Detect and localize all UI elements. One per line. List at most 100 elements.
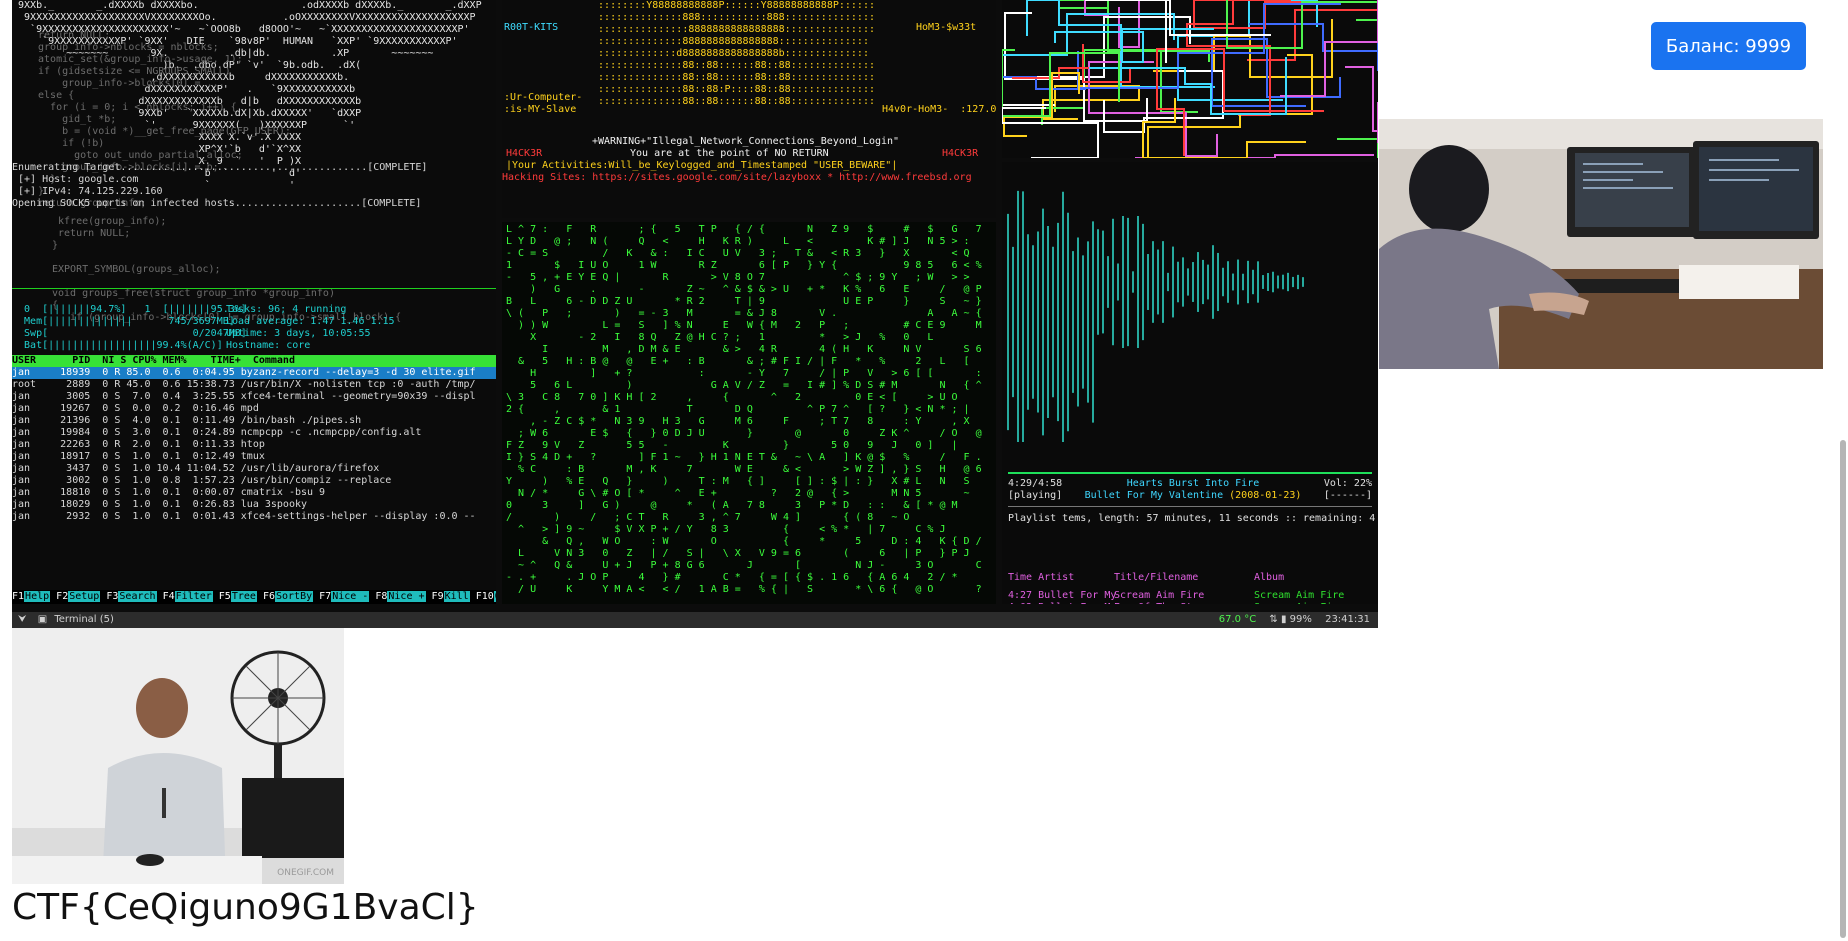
- track-artist: Bullet For My Valentine: [1084, 490, 1224, 501]
- playlist-info: Playlist tems, length: 57 minutes, 11 se…: [1008, 513, 1376, 524]
- enum-line: Enumerating Target......................…: [12, 162, 428, 173]
- playlist-table: Time Artist Title/Filename Album 4:27 Bu…: [1008, 572, 1372, 604]
- pipes-pane: [1002, 0, 1378, 158]
- left-terminal-pane: 9XXb._ _.dXXXXb dXXXXbo. .odXXXXb dXXXXb…: [12, 0, 496, 604]
- banner-ascii-top: ::::::::Y88888888888P::::::Y88888888888P…: [598, 0, 875, 107]
- terminal-task-label[interactable]: Terminal (5): [54, 614, 114, 625]
- htop-process-row: jan 18029 0 S 1.0 0.1 0:26.83 lua 3spook…: [12, 499, 308, 510]
- hacking-sites-line: Hacking Sites: https://sites.google.com/…: [502, 172, 972, 183]
- hacker-tag-right: H4CK3R: [942, 148, 979, 159]
- htop-fkey-label[interactable]: Nice -: [331, 591, 370, 602]
- playlist-cell-title: Scream Aim Fire: [1114, 590, 1205, 601]
- taskbar-right: 67.0 °C ⇅ ▮ 99% 23:41:31: [1219, 612, 1370, 628]
- activities-line: |Your Activities:Will_be_Keylogged_and_T…: [506, 160, 898, 171]
- htop-fkey-label[interactable]: SortBy: [274, 591, 314, 602]
- volume-label: Vol: 22%: [1323, 478, 1372, 489]
- no-return-line: You are at the point of NO RETURN: [630, 148, 829, 159]
- clock: 23:41:31: [1325, 614, 1370, 625]
- playlist-row[interactable]: 4:27 Bullet For My Scream Aim Fire Scream …: [1008, 590, 1372, 602]
- playlist-cell-album: Scream Aim Fire: [1254, 602, 1354, 604]
- htop-tasks: Tasks: 96; 4 running: [226, 304, 347, 315]
- terminal-screenshot-image: 9XXb._ _.dXXXXb dXXXXbo. .odXXXXb dXXXXb…: [12, 0, 1378, 628]
- office-gif-image: ONEGIF.COM: [12, 628, 344, 884]
- banner-terminal-pane: ::::::::Y88888888888P::::::Y88888888888P…: [502, 0, 996, 218]
- htop-table-header: USER PID NI S CPU% MEM% TIME+ Command: [12, 355, 496, 367]
- htop-process-row: jan 3437 0 S 1.0 10.4 11:04.52 /usr/lib/…: [12, 463, 380, 474]
- terminal-window-icon[interactable]: ▣: [38, 614, 47, 625]
- htop-fkey: F10: [475, 591, 494, 602]
- slave-line: :is-MY-Slave: [504, 104, 577, 115]
- htop-fkey: F2: [56, 591, 69, 602]
- info-divider: [1008, 506, 1372, 507]
- htop-fkey-label[interactable]: Quit: [493, 591, 496, 602]
- htop-stats: Tasks: 96; 4 running Load average: 1.47 …: [226, 304, 395, 352]
- htop-fkey: F9: [431, 591, 444, 602]
- htop-process-row: jan 19267 0 S 0.0 0.2 0:16.46 mpd: [12, 403, 259, 414]
- htop-fkey: F6: [262, 591, 275, 602]
- htop-function-bar: F1Help F2Setup F3Search F4Filter F5Tree …: [12, 590, 496, 604]
- battery-icon[interactable]: ▮: [1281, 614, 1287, 625]
- player-state: [playing]: [1008, 490, 1063, 501]
- htop-process-row: jan 22263 0 R 2.0 0.1 0:11.33 htop: [12, 439, 265, 450]
- htop-process-row: jan 18810 0 S 1.0 0.1 0:00.07 cmatrix -b…: [12, 487, 326, 498]
- htop-load: Load average: 1.47 1.46 1.15: [226, 316, 395, 327]
- page: 9XXb._ _.dXXXXb dXXXXbo. .odXXXXb dXXXXb…: [0, 0, 1848, 941]
- pipe-segment: [1337, 103, 1378, 158]
- network-icon[interactable]: ⇅: [1269, 614, 1277, 625]
- pipe-segment: [1186, 0, 1271, 116]
- balance-button[interactable]: Баланс: 9999: [1651, 22, 1806, 70]
- playlist-header: Time Artist Title/Filename Album: [1008, 572, 1372, 584]
- htop-fkey-label[interactable]: Nice +: [387, 591, 426, 602]
- htop-process-row: jan 21396 0 S 4.0 0.1 0:11.49 /bin/bash …: [12, 415, 362, 426]
- playlist-row[interactable]: 4:03 Bullet For MyEye Of The Storm Scream…: [1008, 602, 1372, 604]
- page-scrollbar[interactable]: [1840, 440, 1846, 938]
- htop-fkey-label[interactable]: Kill: [443, 591, 470, 602]
- track-title: Hearts Burst Into Fire: [1126, 478, 1260, 489]
- col-time-artist: Time Artist: [1008, 572, 1075, 583]
- app-menu-icon[interactable]: ⮟: [18, 614, 27, 625]
- htop-fkey: F8: [375, 591, 388, 602]
- htop-process-table: USER PID NI S CPU% MEM% TIME+ Command ja…: [12, 355, 496, 523]
- htop-fkey: F7: [319, 591, 332, 602]
- htop-uptime: Uptime: 3 days, 10:05:55: [226, 328, 371, 339]
- htop-fkey-label[interactable]: Tree: [230, 591, 257, 602]
- htop-fkey-label[interactable]: Setup: [68, 591, 101, 602]
- gif-watermark: ONEGIF.COM: [277, 868, 334, 878]
- htop-fkey: F5: [218, 591, 231, 602]
- rootkits-label: R00T-KITS: [504, 22, 559, 33]
- battery-percent: 99%: [1289, 614, 1312, 625]
- pipe-segment: [1345, 66, 1378, 143]
- homeboy-label: HoM3-$w33t: [916, 22, 977, 33]
- pipes-visual: [1002, 0, 1378, 158]
- audio-visualizer: [1007, 190, 1304, 442]
- htop-fkey: F3: [106, 591, 119, 602]
- htop-fkey: F4: [162, 591, 175, 602]
- cmatrix-pane: L ^ 7 : F R ; { 5 T P { / { N Z 9 $ # $ …: [502, 222, 996, 604]
- hacker-photo-drawing: [1379, 119, 1823, 369]
- desktop-taskbar: ⮟ ▣ Terminal (5) 67.0 °C ⇅ ▮ 99% 23:41:3…: [12, 612, 1378, 628]
- htop-process-row: root 2889 0 R 45.0 0.6 15:38.73 /usr/bin…: [12, 379, 476, 390]
- elapsed-time: 4:29/4:58: [1008, 478, 1063, 489]
- pane-divider: [12, 288, 496, 289]
- htop-rows: jan 18939 0 R 85.0 0.6 0:04.95 byzanz-re…: [12, 367, 496, 523]
- pipe-segment: [1156, 48, 1324, 156]
- office-photo-drawing: [12, 628, 344, 884]
- htop-fkey-label[interactable]: Search: [118, 591, 157, 602]
- hacker-gif-image: [1379, 119, 1823, 369]
- localhost-line: H4v0r-HoM3- :127.0.0.1: [882, 104, 996, 115]
- music-player-pane: 4:29/4:58 Hearts Burst Into Fire Vol: 22…: [1002, 162, 1378, 604]
- now-playing: 4:29/4:58 Hearts Burst Into Fire Vol: 22…: [1008, 472, 1376, 525]
- taskbar-left: ⮟ ▣ Terminal (5): [18, 612, 114, 628]
- cpu-temperature: 67.0 °C: [1218, 614, 1257, 625]
- socks-line: Opening SOCK5 ports on infected hosts...…: [12, 198, 422, 209]
- track-year: (2008-01-23): [1229, 490, 1302, 501]
- htop-process-row: jan 2932 0 S 1.0 0.1 0:01.43 xfce4-setti…: [12, 511, 476, 522]
- ctf-flag-heading: CTF{CeQiguno9G1BvaCl}: [12, 887, 479, 928]
- matrix-rain: L ^ 7 : F R ; { 5 T P { / { N Z 9 $ # $ …: [506, 224, 982, 595]
- htop-process-row: jan 19984 0 S 3.0 0.1 0:24.89 ncmpcpp -c…: [12, 427, 422, 438]
- htop-process-row: jan 18939 0 R 85.0 0.6 0:04.95 byzanz-re…: [12, 367, 496, 379]
- htop-process-row: jan 3005 0 S 7.0 0.4 3:25.55 xfce4-termi…: [12, 391, 476, 402]
- htop-fkey-label[interactable]: Help: [24, 591, 51, 602]
- warning-line: +WARNING+"Illegal_Network_Connections_Be…: [592, 136, 900, 147]
- htop-fkey-label[interactable]: Filter: [174, 591, 213, 602]
